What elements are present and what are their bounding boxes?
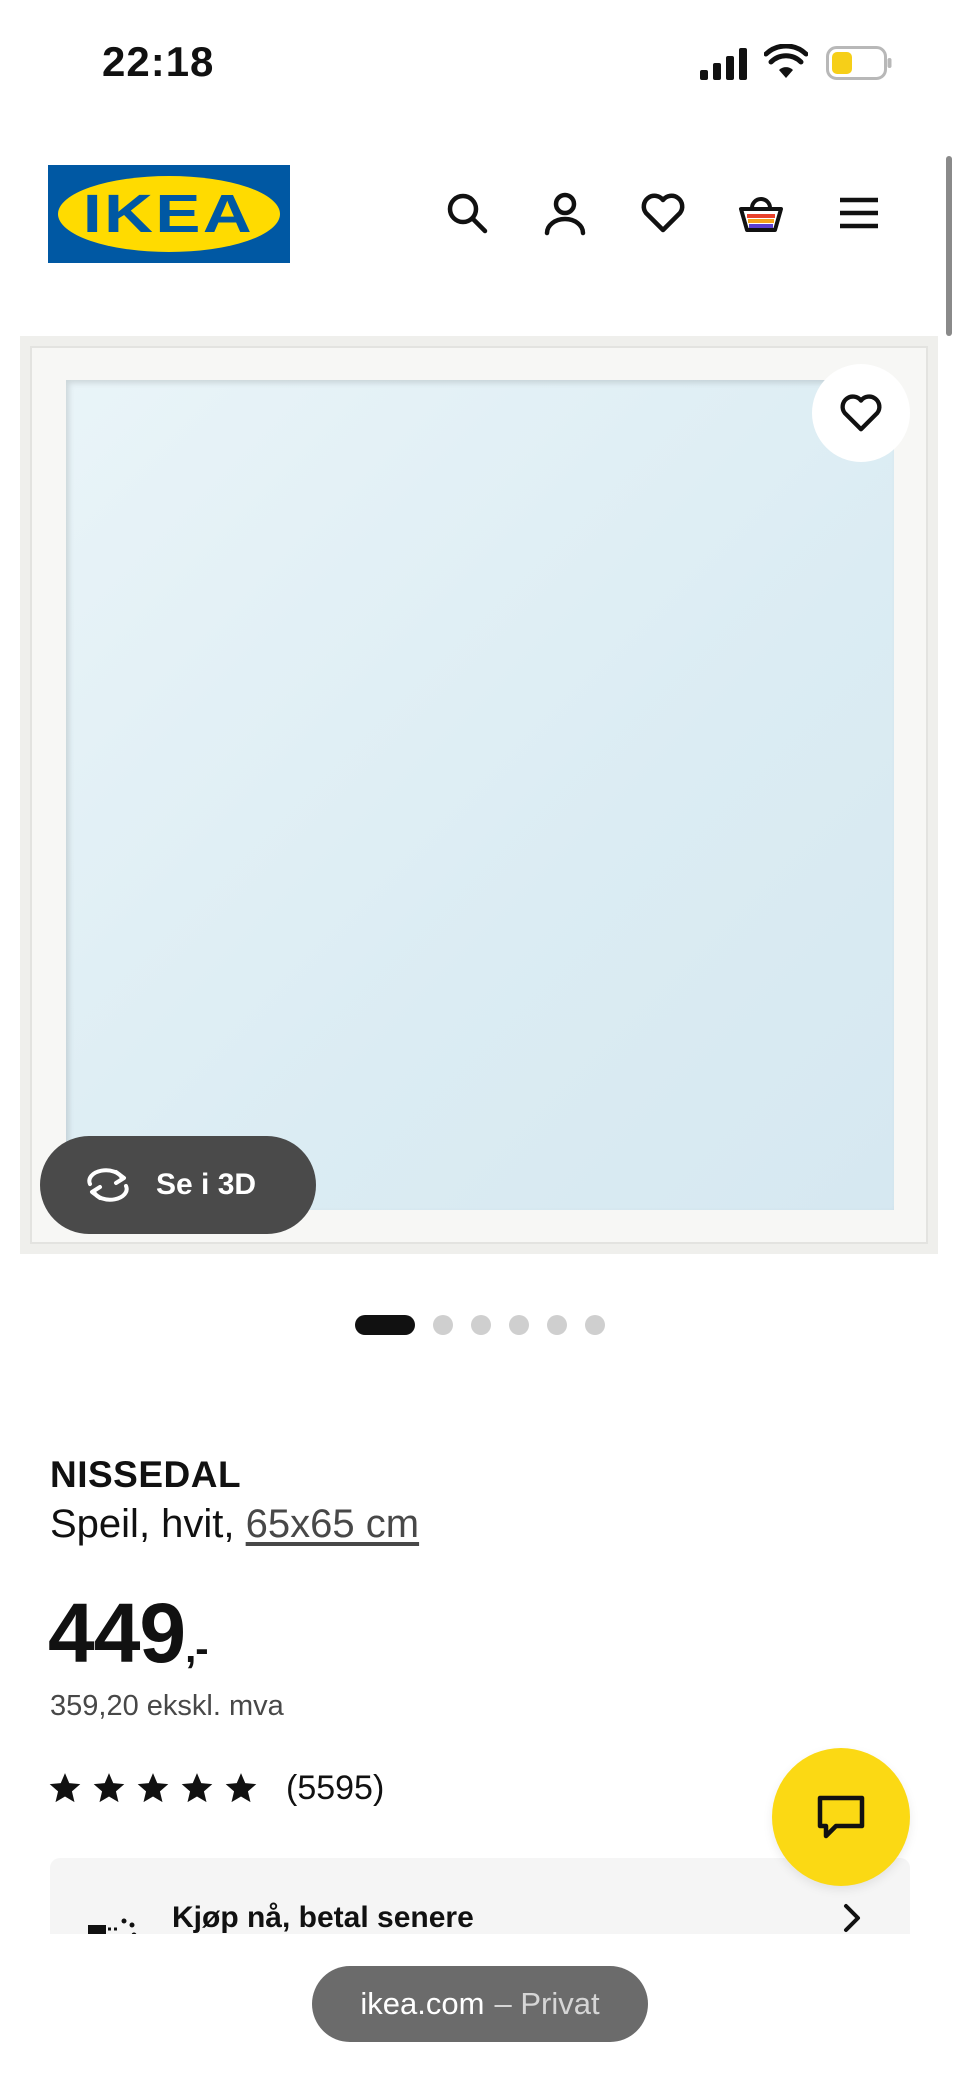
star-icon bbox=[225, 1773, 257, 1803]
mirror-glass bbox=[66, 380, 894, 1210]
menu-icon[interactable] bbox=[832, 186, 886, 240]
carousel-dot[interactable] bbox=[433, 1315, 453, 1335]
site-header: IKEA bbox=[0, 160, 960, 270]
status-bar: 22:18 bbox=[0, 0, 960, 120]
star-icon bbox=[93, 1773, 125, 1803]
status-time: 22:18 bbox=[102, 38, 215, 85]
carousel-dot[interactable] bbox=[585, 1315, 605, 1335]
ikea-logo[interactable]: IKEA bbox=[48, 165, 290, 263]
product-description: Speil, hvit, 65x65 cm bbox=[50, 1502, 419, 1547]
price-value: 449 bbox=[48, 1586, 186, 1680]
chat-button[interactable] bbox=[772, 1748, 910, 1886]
add-to-favourites-button[interactable] bbox=[812, 364, 910, 462]
carousel-dot[interactable] bbox=[547, 1315, 567, 1335]
chat-icon bbox=[817, 1795, 865, 1839]
page-scrollbar[interactable] bbox=[946, 156, 952, 336]
product-price: 449,- bbox=[48, 1585, 209, 1682]
product-type: Speil, hvit, bbox=[50, 1502, 246, 1546]
signal-icon bbox=[700, 48, 747, 80]
mirror-frame bbox=[30, 346, 928, 1244]
logo-text: IKEA bbox=[83, 184, 255, 244]
image-carousel-dots bbox=[0, 1314, 960, 1336]
carousel-dot[interactable] bbox=[355, 1315, 415, 1335]
logo-oval: IKEA bbox=[58, 176, 280, 252]
browser-url-pill[interactable]: ikea.com – Privat bbox=[312, 1966, 648, 2042]
basket-icon[interactable] bbox=[734, 186, 788, 240]
rotate-3d-icon bbox=[87, 1168, 129, 1202]
carousel-dot[interactable] bbox=[509, 1315, 529, 1335]
financing-label: Kjøp nå, betal senere bbox=[172, 1901, 474, 1934]
battery-icon bbox=[826, 46, 892, 80]
star-icon bbox=[49, 1773, 81, 1803]
search-icon[interactable] bbox=[440, 186, 494, 240]
price-suffix: ,- bbox=[185, 1627, 208, 1671]
product-image[interactable]: Se i 3D bbox=[20, 336, 938, 1254]
star-icon bbox=[181, 1773, 213, 1803]
browser-domain: ikea.com bbox=[360, 1986, 485, 2021]
product-name: NISSEDAL bbox=[50, 1454, 242, 1495]
price-excluding-vat: 359,20 ekskl. mva bbox=[50, 1690, 284, 1722]
heart-icon[interactable] bbox=[636, 186, 690, 240]
rating-count: (5595) bbox=[286, 1768, 385, 1807]
carousel-dot[interactable] bbox=[471, 1315, 491, 1335]
view-3d-button[interactable]: Se i 3D bbox=[40, 1136, 316, 1234]
star-icon bbox=[137, 1773, 169, 1803]
chevron-right-icon bbox=[844, 1904, 860, 1932]
view-3d-label: Se i 3D bbox=[156, 1168, 257, 1201]
browser-private-mode: – Privat bbox=[494, 1986, 600, 2021]
product-rating[interactable]: (5595) bbox=[48, 1766, 384, 1810]
account-icon[interactable] bbox=[538, 186, 592, 240]
heart-icon bbox=[840, 394, 882, 432]
wifi-icon bbox=[764, 44, 808, 78]
product-size-link[interactable]: 65x65 cm bbox=[246, 1502, 419, 1546]
